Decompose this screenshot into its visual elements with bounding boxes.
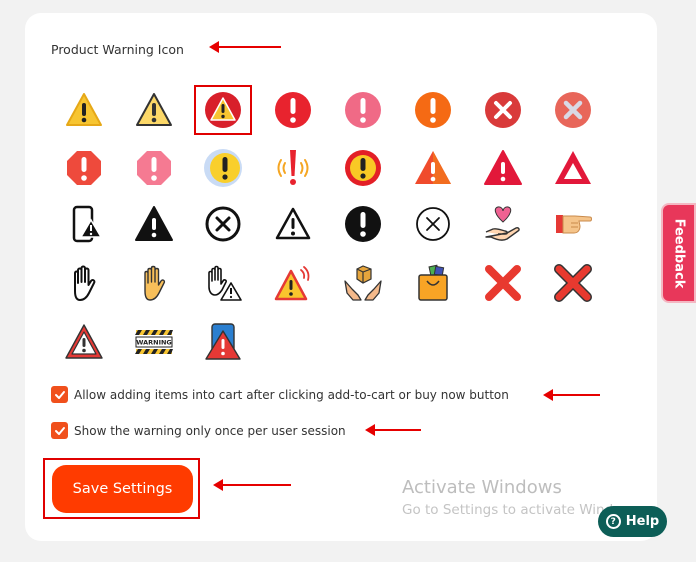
stop-hand-yellow-icon[interactable] (126, 258, 182, 308)
x-salmon-circle-icon[interactable] (545, 85, 601, 135)
exclamation-pink-circle-icon[interactable] (335, 85, 391, 135)
warning-tape-icon[interactable]: WARNING (126, 317, 182, 367)
help-label: Help (625, 514, 660, 529)
exclamation-yellow-blob-icon[interactable] (195, 143, 251, 193)
once-per-session-option[interactable]: Show the warning only once per user sess… (51, 422, 346, 439)
activation-watermark-title: Activate Windows (402, 477, 562, 498)
warning-triangle-red-outline-icon[interactable] (56, 317, 112, 367)
package-hands-icon[interactable] (335, 258, 391, 308)
question-icon: ? (605, 514, 621, 529)
annotation-arrow (365, 424, 421, 436)
exclamation-red-circle-icon[interactable] (265, 85, 321, 135)
exclamation-orange-circle-icon[interactable] (405, 85, 461, 135)
warning-triangle-crimson-icon[interactable] (475, 143, 531, 193)
feedback-tab[interactable]: Feedback (661, 203, 696, 303)
help-button[interactable]: ? Help (598, 506, 667, 537)
exclamation-alarm-icon[interactable] (265, 143, 321, 193)
annotation-arrow (543, 389, 600, 401)
x-outline-circle-icon[interactable] (195, 199, 251, 249)
exclamation-black-circle-icon[interactable] (335, 199, 391, 249)
exclamation-red-ring-icon[interactable] (335, 143, 391, 193)
allow-cart-option[interactable]: Allow adding items into cart after click… (51, 386, 509, 403)
phone-warning-icon[interactable] (56, 199, 112, 249)
annotation-arrow (209, 41, 281, 53)
warning-signal-icon[interactable] (265, 258, 321, 308)
heart-hand-icon[interactable] (475, 199, 531, 249)
check-icon (54, 390, 65, 399)
warning-triangle-yellow-icon[interactable] (56, 85, 112, 135)
x-thin-circle-icon[interactable] (405, 199, 461, 249)
exclamation-pink-octagon-icon[interactable] (126, 143, 182, 193)
shopping-bag-icon[interactable] (405, 258, 461, 308)
once-per-session-label: Show the warning only once per user sess… (74, 423, 346, 438)
pointing-hand-icon[interactable] (545, 199, 601, 249)
warning-triangle-line-icon[interactable] (265, 199, 321, 249)
warning-triangle-orange-icon[interactable] (405, 143, 461, 193)
once-per-session-checkbox[interactable] (51, 422, 68, 439)
stop-hand-outline-icon[interactable] (56, 258, 112, 308)
exclamation-red-octagon-icon[interactable] (56, 143, 112, 193)
warning-triangle-hollow-red-icon[interactable] (545, 143, 601, 193)
warning-tape-label: WARNING (136, 339, 172, 347)
allow-cart-checkbox[interactable] (51, 386, 68, 403)
x-red-icon[interactable] (475, 258, 531, 308)
save-button-highlight: Save Settings (43, 458, 200, 519)
save-settings-button[interactable]: Save Settings (52, 465, 193, 513)
x-red-outline-icon[interactable] (545, 258, 601, 308)
annotation-arrow (213, 479, 291, 491)
phone-warning-red-icon[interactable] (195, 317, 251, 367)
x-red-circle-icon[interactable] (475, 85, 531, 135)
selected-icon-highlight (194, 85, 252, 135)
feedback-label: Feedback (671, 218, 687, 288)
allow-cart-label: Allow adding items into cart after click… (74, 387, 509, 402)
warning-triangle-outline-icon[interactable] (126, 85, 182, 135)
check-icon (54, 426, 65, 435)
section-title: Product Warning Icon (51, 42, 184, 57)
hand-warning-icon[interactable] (195, 258, 251, 308)
warning-triangle-black-icon[interactable] (126, 199, 182, 249)
